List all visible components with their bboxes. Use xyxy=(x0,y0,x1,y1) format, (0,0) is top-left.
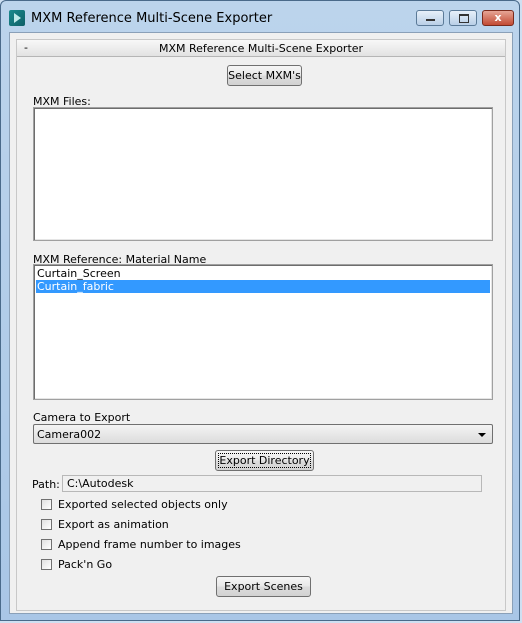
checkbox[interactable] xyxy=(41,539,52,550)
checkbox[interactable] xyxy=(41,499,52,510)
window-title: MXM Reference Multi-Scene Exporter xyxy=(31,11,273,26)
app-icon xyxy=(9,10,25,26)
material-list[interactable]: Curtain_Screen Curtain_fabric xyxy=(33,264,493,400)
maximize-button[interactable] xyxy=(449,10,477,26)
main-window: MXM Reference Multi-Scene Exporter x - M… xyxy=(0,0,520,621)
camera-dropdown[interactable]: Camera002 xyxy=(33,424,493,444)
mxm-files-list[interactable] xyxy=(33,107,493,241)
rollout-header[interactable]: - MXM Reference Multi-Scene Exporter xyxy=(17,40,505,57)
minimize-icon xyxy=(417,11,443,25)
option-label: Pack'n Go xyxy=(58,558,113,571)
export-directory-button[interactable]: Export Directory xyxy=(215,450,314,471)
camera-label: Camera to Export xyxy=(33,411,131,424)
path-value: C:\Autodesk xyxy=(67,477,134,490)
title-bar[interactable]: MXM Reference Multi-Scene Exporter x xyxy=(1,1,521,33)
material-list-item[interactable]: Curtain_Screen xyxy=(36,267,490,280)
path-label: Path: xyxy=(32,478,60,491)
minimize-button[interactable] xyxy=(416,10,444,26)
option-label: Export as animation xyxy=(58,518,169,531)
checkbox[interactable] xyxy=(41,519,52,530)
select-mxms-button[interactable]: Select MXM's xyxy=(227,65,302,86)
client-area: - MXM Reference Multi-Scene Exporter Sel… xyxy=(9,32,513,614)
maximize-icon xyxy=(450,11,476,25)
option-label: Append frame number to images xyxy=(58,538,241,551)
option-label: Exported selected objects only xyxy=(58,498,228,511)
rollout-panel: - MXM Reference Multi-Scene Exporter Sel… xyxy=(16,39,506,611)
material-list-item[interactable]: Curtain_fabric xyxy=(36,280,490,293)
checkbox[interactable] xyxy=(41,559,52,570)
export-scenes-button[interactable]: Export Scenes xyxy=(216,576,311,597)
close-button[interactable]: x xyxy=(482,10,514,26)
close-icon: x xyxy=(494,11,502,24)
path-field: C:\Autodesk xyxy=(62,475,482,492)
camera-selected-value: Camera002 xyxy=(37,428,102,441)
dropdown-arrow-icon xyxy=(478,433,486,437)
rollout-title: MXM Reference Multi-Scene Exporter xyxy=(158,42,364,55)
